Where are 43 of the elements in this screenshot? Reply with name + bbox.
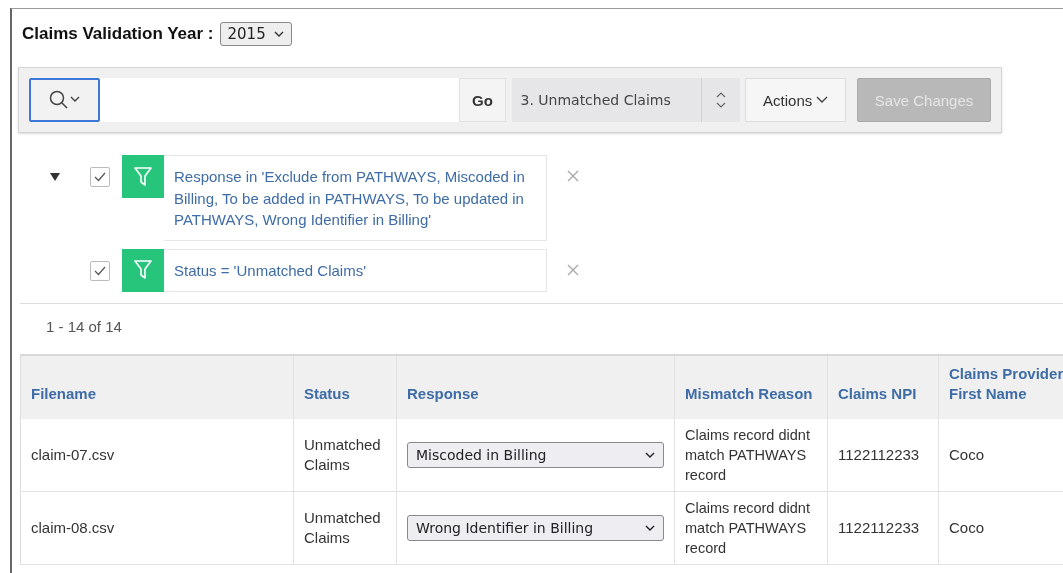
response-select[interactable]: Wrong Identifier in Billing: [407, 514, 664, 541]
column-header[interactable]: Claims NPI: [827, 354, 939, 419]
funnel-icon: [134, 166, 152, 187]
go-button[interactable]: Go: [458, 78, 507, 122]
table-cell: Claims record didnt match PATHWAYS record: [674, 491, 828, 564]
table-cell: claim-07.csv: [20, 418, 294, 491]
close-icon[interactable]: [567, 263, 579, 276]
year-label: Claims Validation Year :: [22, 24, 214, 44]
table-cell: claim-08.csv: [20, 491, 294, 564]
column-header[interactable]: Filename: [20, 354, 294, 419]
table-cell: Coco: [938, 418, 1063, 491]
filter-checkbox[interactable]: [90, 260, 110, 281]
table-cell: Unmatched Claims: [293, 491, 397, 564]
column-header[interactable]: Status: [293, 354, 397, 419]
checkmark-icon: [94, 172, 106, 182]
actions-button[interactable]: Actions: [745, 78, 847, 122]
search-icon: [49, 90, 68, 109]
pagination-text: 1 - 14 of 14: [46, 317, 123, 337]
report-select[interactable]: 3. Unmatched Claims: [512, 78, 741, 122]
column-header[interactable]: Claims Provider First Name: [938, 354, 1063, 419]
filter-checkbox[interactable]: [90, 167, 110, 187]
filter-condition[interactable]: Response in 'Exclude from PATHWAYS, Miscoded in Billing, To be added in PATHWAYS, To be updated in PATHWAYS, Wrong Identifier in Billing': [164, 155, 547, 241]
response-select[interactable]: Miscoded in Billing: [407, 441, 664, 468]
filter-condition[interactable]: Status = 'Unmatched Claims': [164, 248, 547, 292]
table-cell: Claims record didnt match PATHWAYS record: [674, 418, 828, 491]
chevron-icon: [645, 524, 655, 531]
column-header[interactable]: Response: [396, 354, 675, 419]
funnel-icon: [134, 260, 152, 280]
table-cell: 1122112233: [827, 491, 939, 564]
year-select[interactable]: 2015: [219, 22, 292, 46]
chevron-icon: [645, 451, 655, 458]
table-cell: Unmatched Claims: [293, 418, 397, 491]
checkmark-icon: [94, 265, 106, 276]
chevron-icon: [816, 96, 829, 104]
search-menu-button[interactable]: [29, 78, 100, 122]
up-down-icon: [715, 91, 728, 109]
collapse-triangle-icon[interactable]: [50, 172, 60, 181]
chevron-icon: [69, 96, 80, 102]
column-header[interactable]: Mismatch Reason: [674, 354, 828, 419]
table-cell: Coco: [938, 491, 1063, 564]
chevron-icon: [273, 31, 284, 37]
table-cell: 1122112233: [827, 418, 939, 491]
close-icon[interactable]: [567, 170, 579, 182]
